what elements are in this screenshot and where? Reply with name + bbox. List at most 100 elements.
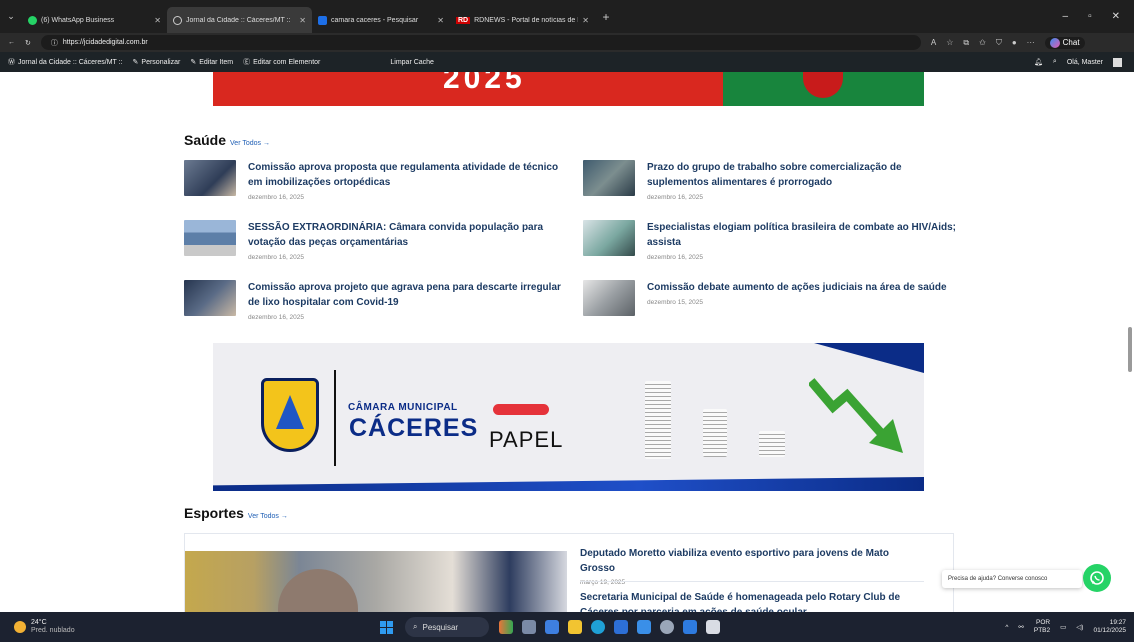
close-icon[interactable]: ✕ (299, 16, 306, 25)
settings-gear-icon[interactable] (660, 620, 674, 634)
page-content: 2025 Saúde Ver Todos → Comissão aprova p… (0, 72, 1134, 612)
search-icon[interactable]: ⌕ (1053, 58, 1057, 66)
divider (580, 581, 924, 582)
paper-stack-icon (703, 409, 727, 457)
mail-icon[interactable] (683, 620, 697, 634)
news-thumbnail[interactable] (184, 220, 236, 256)
wp-edit-item-link[interactable]: ✎ Editar Item (190, 58, 233, 67)
news-date: dezembro 15, 2025 (647, 299, 704, 306)
news-thumbnail[interactable] (184, 160, 236, 196)
whatsapp-icon (1090, 571, 1104, 585)
shield-icon[interactable]: ⛉ (996, 38, 1002, 48)
news-title[interactable]: Secretaria Municipal de Saúde é homenage… (580, 590, 920, 612)
windows-taskbar: 24°C Pred. nublado ⌕ Pesquisar ^ ⚯ POR P… (0, 612, 1134, 642)
close-icon[interactable]: ✕ (154, 16, 161, 25)
news-item[interactable]: Especialistas elogiam política brasileir… (583, 220, 963, 261)
tab-actions-chevron-icon[interactable]: ⌄ (0, 11, 22, 22)
close-icon[interactable]: ✕ (437, 16, 444, 25)
notepad-icon[interactable] (706, 620, 720, 634)
favorite-star-icon[interactable]: ☆ (946, 38, 953, 47)
store-icon[interactable] (614, 620, 628, 634)
wp-admin-bar: Ⓦ Jornal da Cidade :: Cáceres/MT :: ✎ Pe… (0, 52, 1134, 72)
news-item[interactable]: Prazo do grupo de trabalho sobre comerci… (583, 160, 963, 201)
ad-caceres-text: CÁCERES (349, 414, 479, 442)
new-tab-plus-icon[interactable]: + (595, 10, 617, 24)
news-thumbnail[interactable] (184, 280, 236, 316)
top-ad-banner[interactable]: 2025 (213, 72, 924, 106)
task-view-icon[interactable] (522, 620, 536, 634)
sport-news-item[interactable]: Deputado Moretto viabiliza evento esport… (580, 546, 920, 586)
window-close-icon[interactable]: ✕ (1112, 11, 1120, 22)
esportes-featured-image[interactable] (185, 551, 567, 612)
tab-jornal[interactable]: Jornal da Cidade :: Cáceres/MT :: ✕ (167, 7, 312, 33)
whatsapp-float-button[interactable] (1083, 564, 1111, 592)
wp-user-greeting[interactable]: Olá, Master (1067, 59, 1103, 66)
wp-site-link[interactable]: Ⓦ Jornal da Cidade :: Cáceres/MT :: (8, 57, 123, 67)
avatar[interactable] (1113, 57, 1122, 67)
wifi-icon[interactable]: ▭ (1060, 623, 1066, 631)
volume-icon[interactable]: ◁) (1076, 623, 1083, 631)
photos-icon[interactable] (637, 620, 651, 634)
chat-button[interactable]: Chat (1044, 36, 1085, 49)
minimize-icon[interactable]: – (1063, 11, 1069, 22)
news-item[interactable]: SESSÃO EXTRAORDINÁRIA: Câmara convida po… (184, 220, 564, 261)
tab-whatsapp[interactable]: (6) WhatsApp Business ✕ (22, 7, 167, 33)
taskbar-search[interactable]: ⌕ Pesquisar (405, 617, 489, 637)
windows-start-icon[interactable] (380, 620, 393, 634)
news-date: dezembro 16, 2025 (248, 314, 305, 321)
banner-year-text: 2025 (443, 72, 526, 95)
news-title[interactable]: Comissão debate aumento de ações judicia… (647, 280, 947, 295)
news-title[interactable]: Comissão aprova projeto que agrava pena … (248, 280, 564, 310)
bing-icon (318, 15, 327, 25)
back-arrow-icon[interactable]: ← (8, 39, 15, 46)
news-thumbnail[interactable] (583, 280, 635, 316)
weather-widget[interactable]: 24°C Pred. nublado (0, 619, 380, 635)
brush-icon: ✎ (132, 59, 139, 66)
reload-icon[interactable]: ↻ (25, 39, 31, 47)
ver-todos-saude-link[interactable]: Ver Todos → (230, 140, 270, 147)
news-thumbnail[interactable] (583, 160, 635, 196)
news-title[interactable]: Comissão aprova proposta que regulamenta… (248, 160, 564, 190)
news-item[interactable]: Comissão debate aumento de ações judicia… (583, 280, 963, 316)
down-trend-arrow-icon (809, 378, 903, 453)
wp-elementor-link[interactable]: Ⓔ Editar com Elementor (243, 57, 320, 67)
news-title[interactable]: SESSÃO EXTRAORDINÁRIA: Câmara convida po… (248, 220, 564, 250)
news-title[interactable]: Especialistas elogiam política brasileir… (647, 220, 963, 250)
network-icon[interactable]: ⚯ (1018, 623, 1023, 631)
help-chat-bubble[interactable]: Precisa de ajuda? Converse conosco (942, 570, 1082, 588)
url-input[interactable]: ⓘ https://jcidadedigital.com.br (40, 35, 921, 50)
tab-rdnews[interactable]: RD RDNEWS - Portal de notícias de M ✕ (450, 7, 595, 33)
scrollbar-thumb[interactable] (1128, 327, 1132, 372)
read-aloud-icon[interactable]: A (931, 38, 936, 47)
edge-icon[interactable] (591, 620, 605, 634)
file-explorer-icon[interactable] (568, 620, 582, 634)
bell-icon[interactable]: 🔔︎ (1034, 58, 1043, 66)
sport-news-item[interactable]: Secretaria Municipal de Saúde é homenage… (580, 590, 920, 612)
extensions-icon[interactable]: ⧉ (963, 38, 969, 48)
rd-icon: RD (456, 16, 471, 24)
news-thumbnail[interactable] (583, 220, 635, 256)
news-item[interactable]: Comissão aprova proposta que regulamenta… (184, 160, 564, 201)
news-item[interactable]: Comissão aprova projeto que agrava pena … (184, 280, 564, 321)
restore-icon[interactable]: ▫ (1088, 11, 1092, 22)
news-title[interactable]: Prazo do grupo de trabalho sobre comerci… (647, 160, 963, 190)
chevron-up-icon[interactable]: ^ (1005, 624, 1008, 631)
widgets-icon[interactable] (499, 620, 513, 634)
favorites-bar-icon[interactable]: ✩ (979, 38, 986, 47)
close-icon[interactable]: ✕ (582, 16, 589, 25)
wp-customize-link[interactable]: ✎ Personalizar (132, 58, 181, 67)
language-indicator[interactable]: POR PTB2 (1034, 619, 1050, 635)
profile-icon[interactable]: ● (1012, 38, 1017, 47)
ad-papel-text: PAPEL (489, 427, 564, 452)
camara-caceres-ad-banner[interactable]: CÂMARA MUNICIPAL CÁCERES PAPEL (213, 343, 924, 491)
copilot-icon (1049, 37, 1060, 48)
ad-divider (334, 370, 336, 466)
news-title[interactable]: Deputado Moretto viabiliza evento esport… (580, 546, 920, 576)
site-info-icon[interactable]: ⓘ (51, 38, 58, 48)
clock[interactable]: 19:27 01/12/2025 (1093, 619, 1126, 635)
ver-todos-esportes-link[interactable]: Ver Todos → (248, 513, 288, 520)
tab-bing[interactable]: camara caceres - Pesquisar ✕ (312, 7, 450, 33)
copilot-taskbar-icon[interactable] (545, 620, 559, 634)
wp-clear-cache-link[interactable]: Limpar Cache (390, 59, 434, 66)
more-menu-icon[interactable]: ··· (1027, 38, 1035, 47)
